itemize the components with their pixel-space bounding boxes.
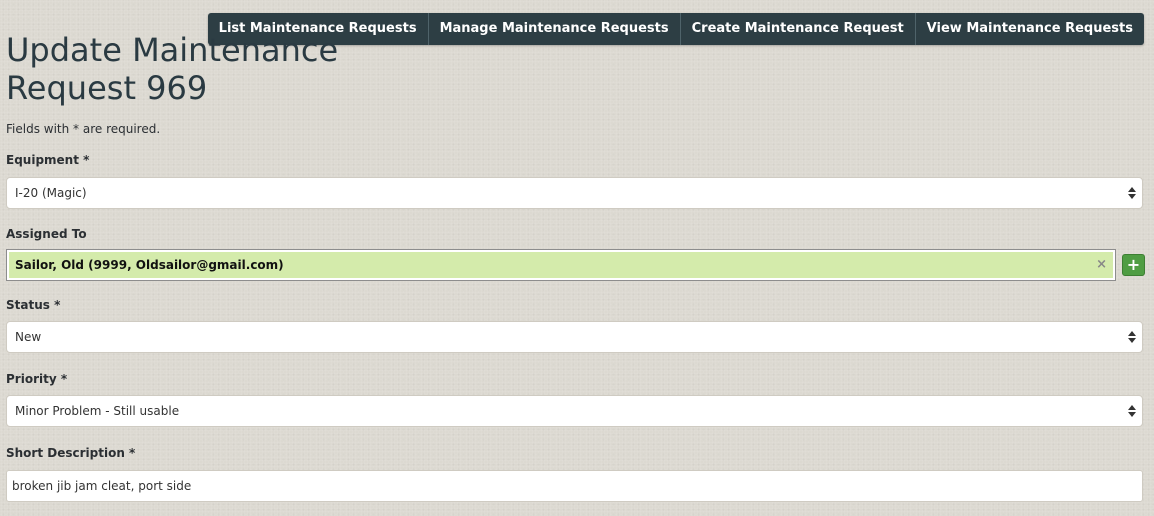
status-select[interactable]: New (6, 321, 1143, 353)
select-arrows-icon (1128, 187, 1136, 199)
clear-icon[interactable]: × (1096, 252, 1107, 278)
priority-value: Minor Problem - Still usable (15, 404, 180, 418)
assigned-user-value: Sailor, Old (9999, Oldsailor@gmail.com) (15, 258, 284, 272)
view-requests-button[interactable]: View Maintenance Requests (914, 13, 1144, 45)
short-description-input[interactable]: broken jib jam cleat, port side (6, 470, 1143, 502)
select-arrows-icon (1128, 331, 1136, 343)
assigned-to-field[interactable]: Sailor, Old (9999, Oldsailor@gmail.com) … (6, 249, 1116, 281)
equipment-value: I-20 (Magic) (15, 186, 87, 200)
select-arrows-icon (1128, 405, 1136, 417)
create-request-button[interactable]: Create Maintenance Request (679, 13, 915, 45)
assigned-to-label: Assigned To (6, 227, 87, 241)
top-nav: List Maintenance Requests Manage Mainten… (207, 13, 1144, 45)
priority-select[interactable]: Minor Problem - Still usable (6, 395, 1143, 427)
add-user-button[interactable]: + (1122, 254, 1145, 276)
required-fields-note: Fields with * are required. (6, 122, 161, 136)
equipment-select[interactable]: I-20 (Magic) (6, 177, 1143, 209)
status-label: Status * (6, 298, 61, 312)
assigned-user-chip: Sailor, Old (9999, Oldsailor@gmail.com) … (9, 252, 1113, 278)
equipment-label: Equipment * (6, 153, 90, 167)
status-value: New (15, 330, 42, 344)
short-description-label: Short Description * (6, 446, 136, 460)
priority-label: Priority * (6, 372, 68, 386)
manage-requests-button[interactable]: Manage Maintenance Requests (427, 13, 680, 45)
page-title: Update Maintenance Request 969 (6, 31, 339, 107)
